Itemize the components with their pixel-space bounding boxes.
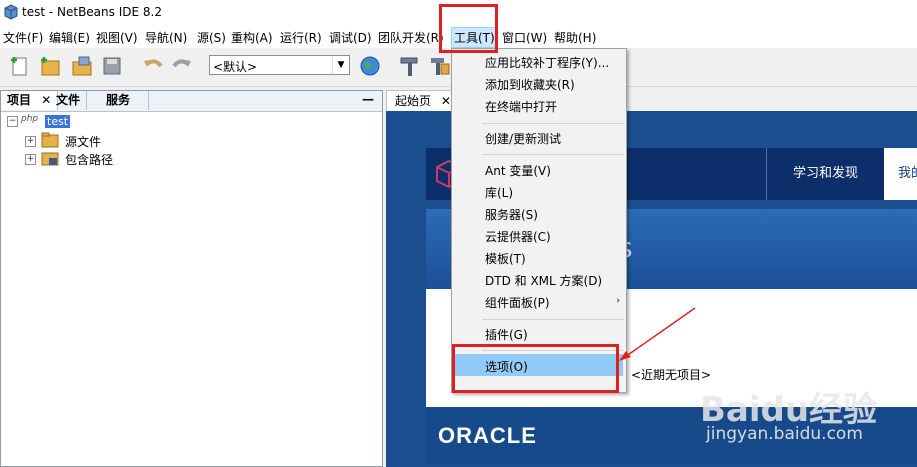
menu-item-dtd-xml-schemas[interactable]: DTD 和 XML 方案(D): [485, 272, 602, 289]
tab-files[interactable]: 文件: [50, 91, 88, 110]
minimize-icon[interactable]: —: [362, 92, 374, 106]
tab-services-label: 服务: [106, 93, 131, 107]
menu-edit[interactable]: 编辑(E): [49, 29, 90, 46]
menu-separator: [482, 123, 624, 124]
netbeans-cube-icon: [4, 4, 18, 20]
tree-item-sources[interactable]: 源文件: [65, 133, 101, 150]
annotation-box-tools-menu: [439, 4, 498, 53]
menu-separator: [482, 154, 624, 155]
menu-item-plugins[interactable]: 插件(G): [485, 326, 528, 343]
menu-run[interactable]: 运行(R): [280, 29, 322, 46]
menu-help[interactable]: 帮助(H): [554, 29, 596, 46]
no-recent-projects: <近期无项目>: [631, 368, 712, 382]
baidu-watermark-url: jingyan.baidu.com: [706, 424, 863, 444]
menu-item-libraries[interactable]: 库(L): [485, 184, 513, 201]
menu-source[interactable]: 源(S): [197, 29, 226, 46]
save-all-icon[interactable]: [100, 54, 124, 78]
include-path-icon: [41, 152, 59, 166]
php-project-icon: php: [21, 114, 39, 124]
menu-item-cloud-providers[interactable]: 云提供器(C): [485, 228, 551, 245]
undo-icon[interactable]: [141, 54, 165, 78]
menu-item-palette[interactable]: 组件面板(P): [485, 294, 550, 311]
tab-projects-label: 项目: [7, 93, 32, 107]
globe-icon[interactable]: [358, 54, 382, 78]
configuration-select[interactable]: <默认> ▼: [209, 55, 350, 75]
menu-debug[interactable]: 调试(D): [329, 29, 372, 46]
menu-item-apply-diff-patch[interactable]: 应用比较补丁程序(Y)...: [485, 54, 609, 71]
tab-start-page[interactable]: 起始页 ✕: [386, 90, 460, 111]
menu-refactor[interactable]: 重构(A): [231, 29, 273, 46]
new-file-icon[interactable]: [8, 54, 32, 78]
window-title: test - NetBeans IDE 8.2: [22, 5, 162, 19]
menu-separator: [482, 319, 624, 320]
menu-navigate[interactable]: 导航(N): [145, 29, 187, 46]
expand-icon[interactable]: +: [25, 136, 36, 147]
panel-tabstrip: 项目 ✕ 文件 服务 —: [1, 91, 382, 112]
menu-item-ant-variables[interactable]: Ant 变量(V): [485, 162, 551, 179]
menu-item-templates[interactable]: 模板(T): [485, 250, 526, 267]
menu-view[interactable]: 视图(V): [96, 29, 138, 46]
chevron-down-icon: ▼: [332, 56, 349, 74]
source-folder-icon: [41, 132, 59, 148]
tab-start-page-label: 起始页: [395, 94, 432, 108]
close-icon[interactable]: ✕: [441, 94, 451, 108]
tools-menu-dropdown: 应用比较补丁程序(Y)... 添加到收藏夹(R) 在终端中打开 创建/更新测试 …: [451, 48, 627, 393]
redo-icon[interactable]: [170, 54, 194, 78]
menu-window[interactable]: 窗口(W): [502, 29, 547, 46]
menu-item-open-in-terminal[interactable]: 在终端中打开: [485, 98, 557, 115]
menu-file[interactable]: 文件(F): [3, 29, 43, 46]
annotation-box-options: [452, 344, 619, 393]
tab-files-label: 文件: [56, 93, 81, 107]
annotation-arrow-icon: [619, 307, 696, 361]
start-nav-my[interactable]: 我的: [884, 148, 917, 200]
configuration-value: <默认>: [213, 60, 258, 74]
menu-item-create-tests[interactable]: 创建/更新测试: [485, 130, 561, 147]
new-project-icon[interactable]: [38, 54, 62, 78]
collapse-icon[interactable]: −: [7, 116, 18, 127]
open-project-icon[interactable]: [70, 54, 94, 78]
start-nav-learn[interactable]: 学习和发现: [766, 148, 884, 200]
tab-services[interactable]: 服务: [100, 91, 149, 110]
projects-panel: 项目 ✕ 文件 服务 — − php test + 源文件 + 包含路径: [0, 90, 383, 467]
menu-item-add-to-favorites[interactable]: 添加到收藏夹(R): [485, 76, 575, 93]
clean-build-icon[interactable]: [428, 54, 452, 78]
project-root-test[interactable]: test: [45, 115, 71, 128]
menu-item-servers[interactable]: 服务器(S): [485, 206, 538, 223]
tree-item-include-path[interactable]: 包含路径: [65, 151, 113, 168]
expand-icon[interactable]: +: [25, 154, 36, 165]
menu-team[interactable]: 团队开发(R): [378, 29, 444, 46]
oracle-logo: ORACLE: [438, 423, 537, 448]
build-hammer-icon[interactable]: [398, 54, 422, 78]
